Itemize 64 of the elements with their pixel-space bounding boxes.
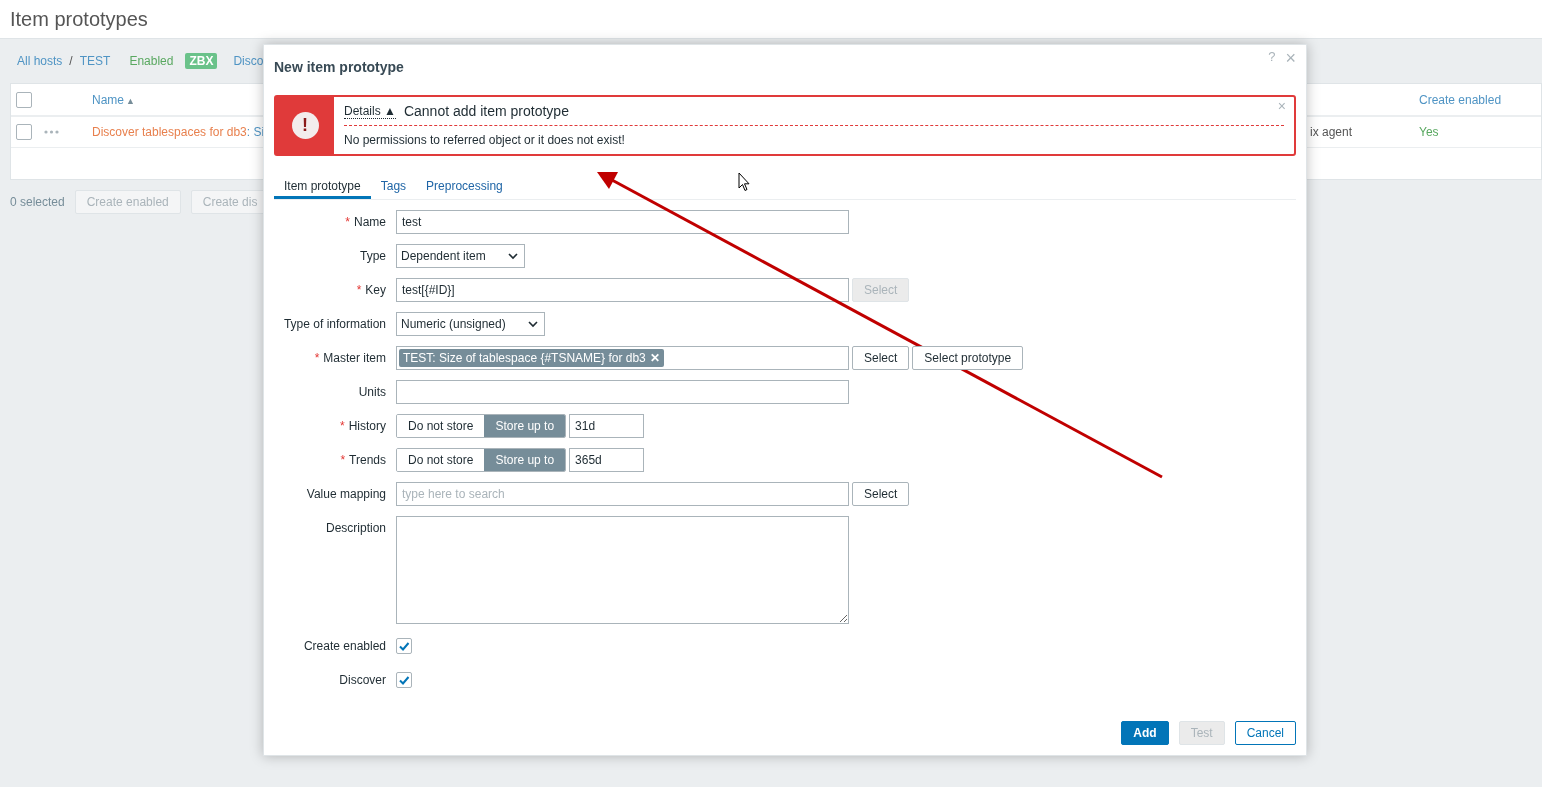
select-button[interactable]: Select prototype bbox=[912, 346, 1024, 370]
field-label: * History bbox=[339, 418, 386, 435]
select-button[interactable]: Select bbox=[852, 482, 910, 506]
table-cell[interactable]: Yes bbox=[1419, 125, 1439, 139]
checkbox[interactable] bbox=[396, 638, 412, 654]
checkbox[interactable] bbox=[16, 124, 32, 140]
page-title: Item prototypes bbox=[10, 7, 148, 31]
breadcrumb-link[interactable]: Disco bbox=[233, 54, 264, 68]
field-label: Create enabled bbox=[302, 638, 386, 655]
input-field[interactable]: test[{#ID}] bbox=[396, 278, 849, 302]
error-icon: ! bbox=[291, 112, 319, 139]
field-label: Type bbox=[359, 248, 386, 265]
segment-option[interactable]: Store up to bbox=[484, 449, 566, 471]
chevron-down-icon bbox=[507, 252, 518, 260]
tab[interactable]: Item prototype bbox=[274, 171, 371, 199]
status-text: Enabled bbox=[129, 54, 174, 68]
segment-option[interactable]: Store up to bbox=[484, 415, 566, 437]
field-label: * Name bbox=[344, 214, 386, 231]
selected-item-tag: TEST: Size of tablespace {#TSNAME} for db3 bbox=[403, 351, 646, 365]
mouse-cursor-icon bbox=[738, 172, 751, 192]
field-label: Type of information bbox=[282, 316, 386, 333]
selected-count: 0 selected bbox=[10, 195, 65, 209]
error-title: Cannot add item prototype bbox=[403, 103, 569, 119]
close-button[interactable]: × bbox=[1285, 49, 1296, 67]
input-field[interactable]: 365d bbox=[569, 448, 645, 472]
search-field[interactable]: type here to search bbox=[396, 482, 849, 506]
field-label: Units bbox=[357, 384, 386, 401]
breadcrumb-link[interactable]: TEST bbox=[79, 54, 111, 68]
text-area[interactable] bbox=[396, 516, 849, 624]
column-header[interactable]: Name ▲ bbox=[92, 92, 135, 107]
breadcrumb-separator: / bbox=[69, 54, 73, 68]
table-cell: ix agent bbox=[1310, 125, 1353, 139]
close-button[interactable]: × bbox=[1277, 98, 1286, 114]
column-header[interactable]: Create enabled bbox=[1419, 92, 1502, 107]
input-field[interactable]: 31d bbox=[569, 414, 645, 438]
field-label: * Key bbox=[355, 282, 386, 299]
help-icon[interactable]: ? bbox=[1268, 49, 1276, 67]
dropdown[interactable]: Numeric (unsigned) bbox=[396, 312, 545, 336]
multiselect-field[interactable]: TEST: Size of tablespace {#TSNAME} for db3 ✕ bbox=[396, 346, 849, 370]
more-icon[interactable] bbox=[44, 130, 59, 134]
mass-action-button[interactable]: Create enabled bbox=[74, 190, 181, 214]
dialog-title: New item prototype bbox=[274, 59, 405, 75]
field-label: Description bbox=[324, 520, 386, 537]
dialog-button[interactable]: Add bbox=[1121, 721, 1169, 745]
tab[interactable]: Tags bbox=[370, 171, 417, 199]
dropdown[interactable]: Dependent item bbox=[396, 244, 525, 268]
field-label: * Trends bbox=[339, 452, 386, 469]
agent-badge: ZBX bbox=[185, 53, 218, 69]
details-toggle[interactable]: Details ▲ bbox=[344, 103, 396, 119]
error-text: No permissions to referred object or it does not exist! bbox=[344, 132, 626, 147]
field-label: * Master item bbox=[313, 350, 386, 367]
tab[interactable]: Preprocessing bbox=[416, 171, 513, 199]
table-cell[interactable]: Discover tablespaces for db3: Si bbox=[92, 125, 265, 139]
dialog-button[interactable]: Cancel bbox=[1234, 721, 1296, 745]
field-label: Value mapping bbox=[305, 486, 386, 503]
checkbox[interactable] bbox=[16, 91, 32, 108]
checkbox[interactable] bbox=[396, 672, 412, 688]
remove-tag-button[interactable]: ✕ bbox=[649, 351, 660, 365]
select-button[interactable]: Select bbox=[852, 346, 910, 370]
breadcrumb-link[interactable]: All hosts bbox=[17, 54, 63, 68]
field-label: Discover bbox=[338, 672, 386, 689]
input-field[interactable] bbox=[396, 380, 849, 404]
chevron-down-icon bbox=[527, 320, 538, 328]
input-field[interactable]: test bbox=[396, 210, 849, 234]
